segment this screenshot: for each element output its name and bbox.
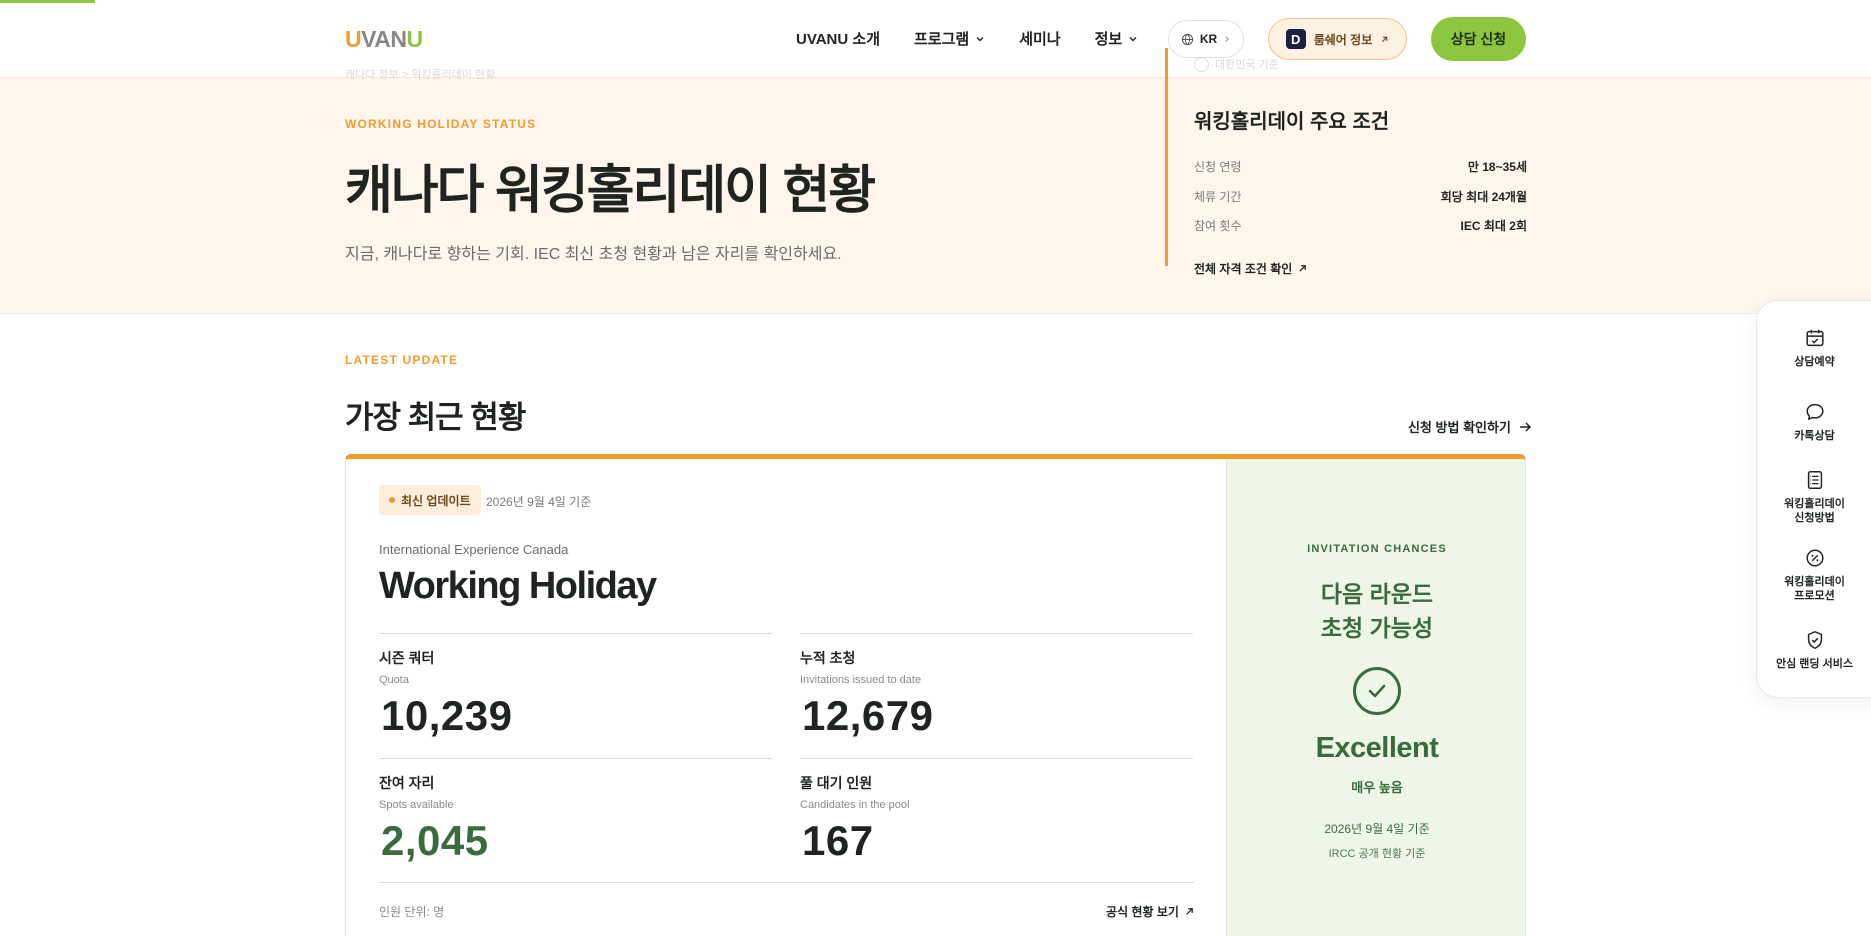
latest-title: 가장 최근 현황 (345, 400, 526, 435)
quick-item-safe-landing[interactable]: 안심 랜딩 서비스 (1757, 629, 1871, 671)
arrow-up-right-icon (1186, 908, 1193, 915)
program-subtitle: International Experience Canada (379, 542, 569, 557)
stat-spots-available: 잔여 자리 Spots available 2,045 (379, 758, 772, 883)
chevron-right-icon (1225, 36, 1230, 42)
stat-quota: 시즌 쿼터 Quota 10,239 (379, 633, 772, 758)
official-status-link[interactable]: 공식 현황 보기 (1106, 903, 1194, 920)
quick-item-kakao-chat[interactable]: 카톡상담 (1757, 401, 1871, 443)
apply-method-link[interactable]: 신청 방법 확인하기 (1408, 417, 1532, 436)
hero-subtitle: 지금, 캐나다로 향하는 기회. IEC 최신 초청 현황과 남은 자리를 확인… (345, 246, 842, 263)
discount-badge-icon (1805, 549, 1824, 567)
program-title: Working Holiday (379, 565, 657, 607)
arrow-up-right-icon (1382, 36, 1388, 42)
invitation-date: 2026년 9월 4일 기준 (1324, 822, 1430, 836)
roomshare-label: 룸쉐어 정보 (1313, 32, 1373, 47)
invitation-title: 다음 라운드 초청 가능성 (1320, 581, 1434, 641)
shield-check-icon (1807, 631, 1822, 649)
latest-eyebrow: LATEST UPDATE (345, 353, 459, 367)
invitation-level-ko: 매우 높음 (1351, 780, 1403, 795)
chevron-down-icon (1129, 36, 1137, 41)
nav-item-info[interactable]: 정보 (1095, 28, 1139, 49)
quick-item-consult-booking[interactable]: 상담예약 (1757, 327, 1871, 369)
globe-icon (1181, 33, 1193, 45)
chat-bubble-icon (1805, 403, 1824, 421)
calendar-check-icon (1805, 329, 1824, 347)
roomshare-logo: D (1285, 29, 1306, 49)
stat-value: 12,679 (802, 692, 934, 739)
stat-value: 10,239 (381, 692, 513, 739)
conditions-country-note: 대한민국 기준 (1194, 56, 1279, 72)
check-circle-icon (1194, 56, 1209, 72)
quick-menu: 상담예약 카톡상담 워킹홀리데이 신청방법 워킹홀리데이 프로모션 안심 랜딩 서비… (1756, 300, 1871, 698)
status-dot (389, 497, 395, 503)
stat-label: 누적 초청 (800, 650, 856, 666)
stat-label-en: Quota (379, 674, 409, 686)
conditions-panel: 대한민국 기준 워킹홀리데이 주요 조건 신청 연령 만 18~35세 체류 기간… (1165, 48, 1527, 276)
site-header: UVANU UVANU 소개 프로그램 세미나 정보 KR D 룸쉐어 정보 상… (0, 0, 1871, 78)
status-card: 최신 업데이트 2026년 9월 4일 기준 International Exp… (345, 454, 1526, 936)
check-circle-icon (1353, 667, 1401, 715)
condition-row-stay: 체류 기간 회당 최대 24개월 (1194, 190, 1527, 204)
stat-value: 167 (802, 817, 874, 864)
nav-item-seminar[interactable]: 세미나 (1019, 28, 1060, 49)
arrow-right-icon (1519, 421, 1531, 432)
stat-label-en: Candidates in the pool (800, 799, 910, 811)
update-date: 2026년 9월 4일 기준 (486, 495, 592, 509)
stat-label: 잔여 자리 (379, 775, 435, 791)
invitation-chances-panel: INVITATION CHANCES 다음 라운드 초청 가능성 Excellen… (1226, 459, 1525, 936)
notebook-list-icon (1807, 471, 1822, 489)
hero-section: WORKING HOLIDAY STATUS 캐나다 워킹홀리데이 현황 지금,… (0, 48, 1871, 314)
condition-row-age: 신청 연령 만 18~35세 (1194, 160, 1527, 174)
page-progress-bar (0, 0, 95, 3)
divider (379, 882, 1194, 883)
invitation-eyebrow: INVITATION CHANCES (1307, 543, 1447, 555)
conditions-title: 워킹홀리데이 주요 조건 (1194, 111, 1390, 133)
page-title: 캐나다 워킹홀리데이 현황 (345, 162, 876, 220)
quick-item-application-guide[interactable]: 워킹홀리데이 신청방법 (1757, 469, 1871, 525)
stat-label: 시즌 쿼터 (379, 650, 435, 666)
quick-item-promotion[interactable]: 워킹홀리데이 프로모션 (1757, 547, 1871, 603)
condition-row-count: 참여 횟수 IEC 최대 2회 (1194, 219, 1527, 233)
full-eligibility-link[interactable]: 전체 자격 조건 확인 (1194, 260, 1307, 277)
invitation-source: IRCC 공개 현황 기준 (1328, 848, 1426, 860)
unit-note: 인원 단위: 명 (379, 905, 445, 919)
status-card-main: 최신 업데이트 2026년 9월 4일 기준 International Exp… (346, 459, 1226, 936)
hero-eyebrow: WORKING HOLIDAY STATUS (345, 117, 537, 131)
stat-label: 풀 대기 인원 (800, 775, 873, 791)
latest-update-badge: 최신 업데이트 (379, 485, 481, 515)
stat-label-en: Invitations issued to date (800, 674, 922, 686)
nav-item-programs[interactable]: 프로그램 (914, 28, 985, 49)
main-nav: UVANU 소개 프로그램 세미나 정보 (796, 28, 1138, 49)
stat-pool-candidates: 풀 대기 인원 Candidates in the pool 167 (800, 758, 1193, 883)
site-logo[interactable]: UVANU (345, 26, 423, 53)
language-label: KR (1199, 32, 1218, 46)
stat-invitations: 누적 초청 Invitations issued to date 12,679 (800, 633, 1193, 758)
breadcrumb: 캐나다 정보 > 워킹홀리데이 현황 (345, 69, 496, 81)
arrow-up-right-icon (1299, 265, 1307, 272)
chevron-down-icon (976, 36, 984, 41)
stat-label-en: Spots available (379, 799, 454, 811)
checkmark-icon (1368, 684, 1386, 698)
nav-item-about[interactable]: UVANU 소개 (796, 28, 880, 49)
stat-value: 2,045 (381, 817, 489, 864)
invitation-level: Excellent (1315, 732, 1439, 764)
